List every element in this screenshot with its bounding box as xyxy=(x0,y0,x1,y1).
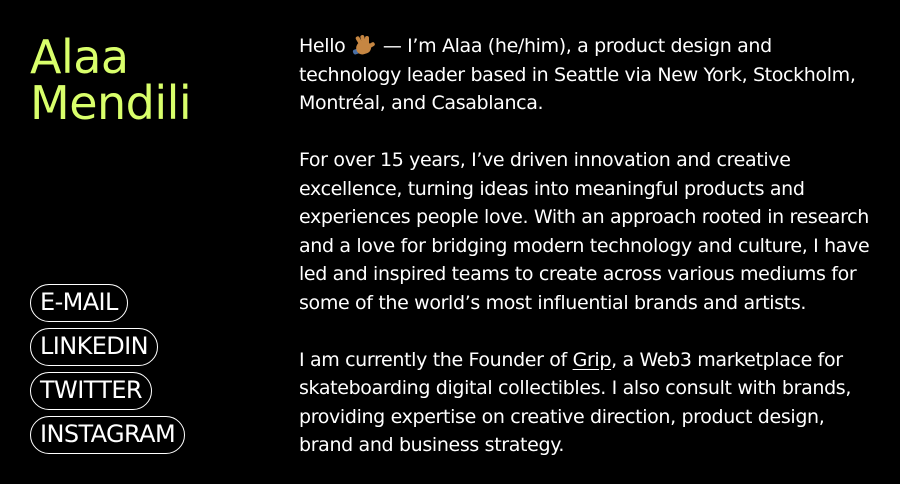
social-links: E-MAIL LINKEDIN TWITTER INSTAGRAM xyxy=(30,284,270,460)
bio-paragraph-current: I am currently the Founder of Grip, a We… xyxy=(299,346,879,460)
first-name: Alaa xyxy=(30,30,129,84)
last-name: Mendili xyxy=(30,76,192,130)
instagram-link[interactable]: INSTAGRAM xyxy=(30,416,186,454)
bio-paragraph-intro: Hello — I’m Alaa (he/him), a product des… xyxy=(299,32,879,118)
bio-paragraph-experience: For over 15 years, I’ve driven innovatio… xyxy=(299,149,870,314)
intro-text: — I’m Alaa (he/him), a product design an… xyxy=(299,35,856,114)
email-link[interactable]: E-MAIL xyxy=(30,284,128,322)
greeting-text: Hello xyxy=(299,35,346,57)
page-title: Alaa Mendili xyxy=(30,30,192,130)
waving-hand-icon xyxy=(352,34,376,56)
grip-link[interactable]: Grip xyxy=(573,349,612,371)
bio: Hello — I’m Alaa (he/him), a product des… xyxy=(299,32,879,484)
twitter-link[interactable]: TWITTER xyxy=(30,372,153,410)
linkedin-link[interactable]: LINKEDIN xyxy=(30,328,159,366)
current-text-before: I am currently the Founder of xyxy=(299,348,567,371)
